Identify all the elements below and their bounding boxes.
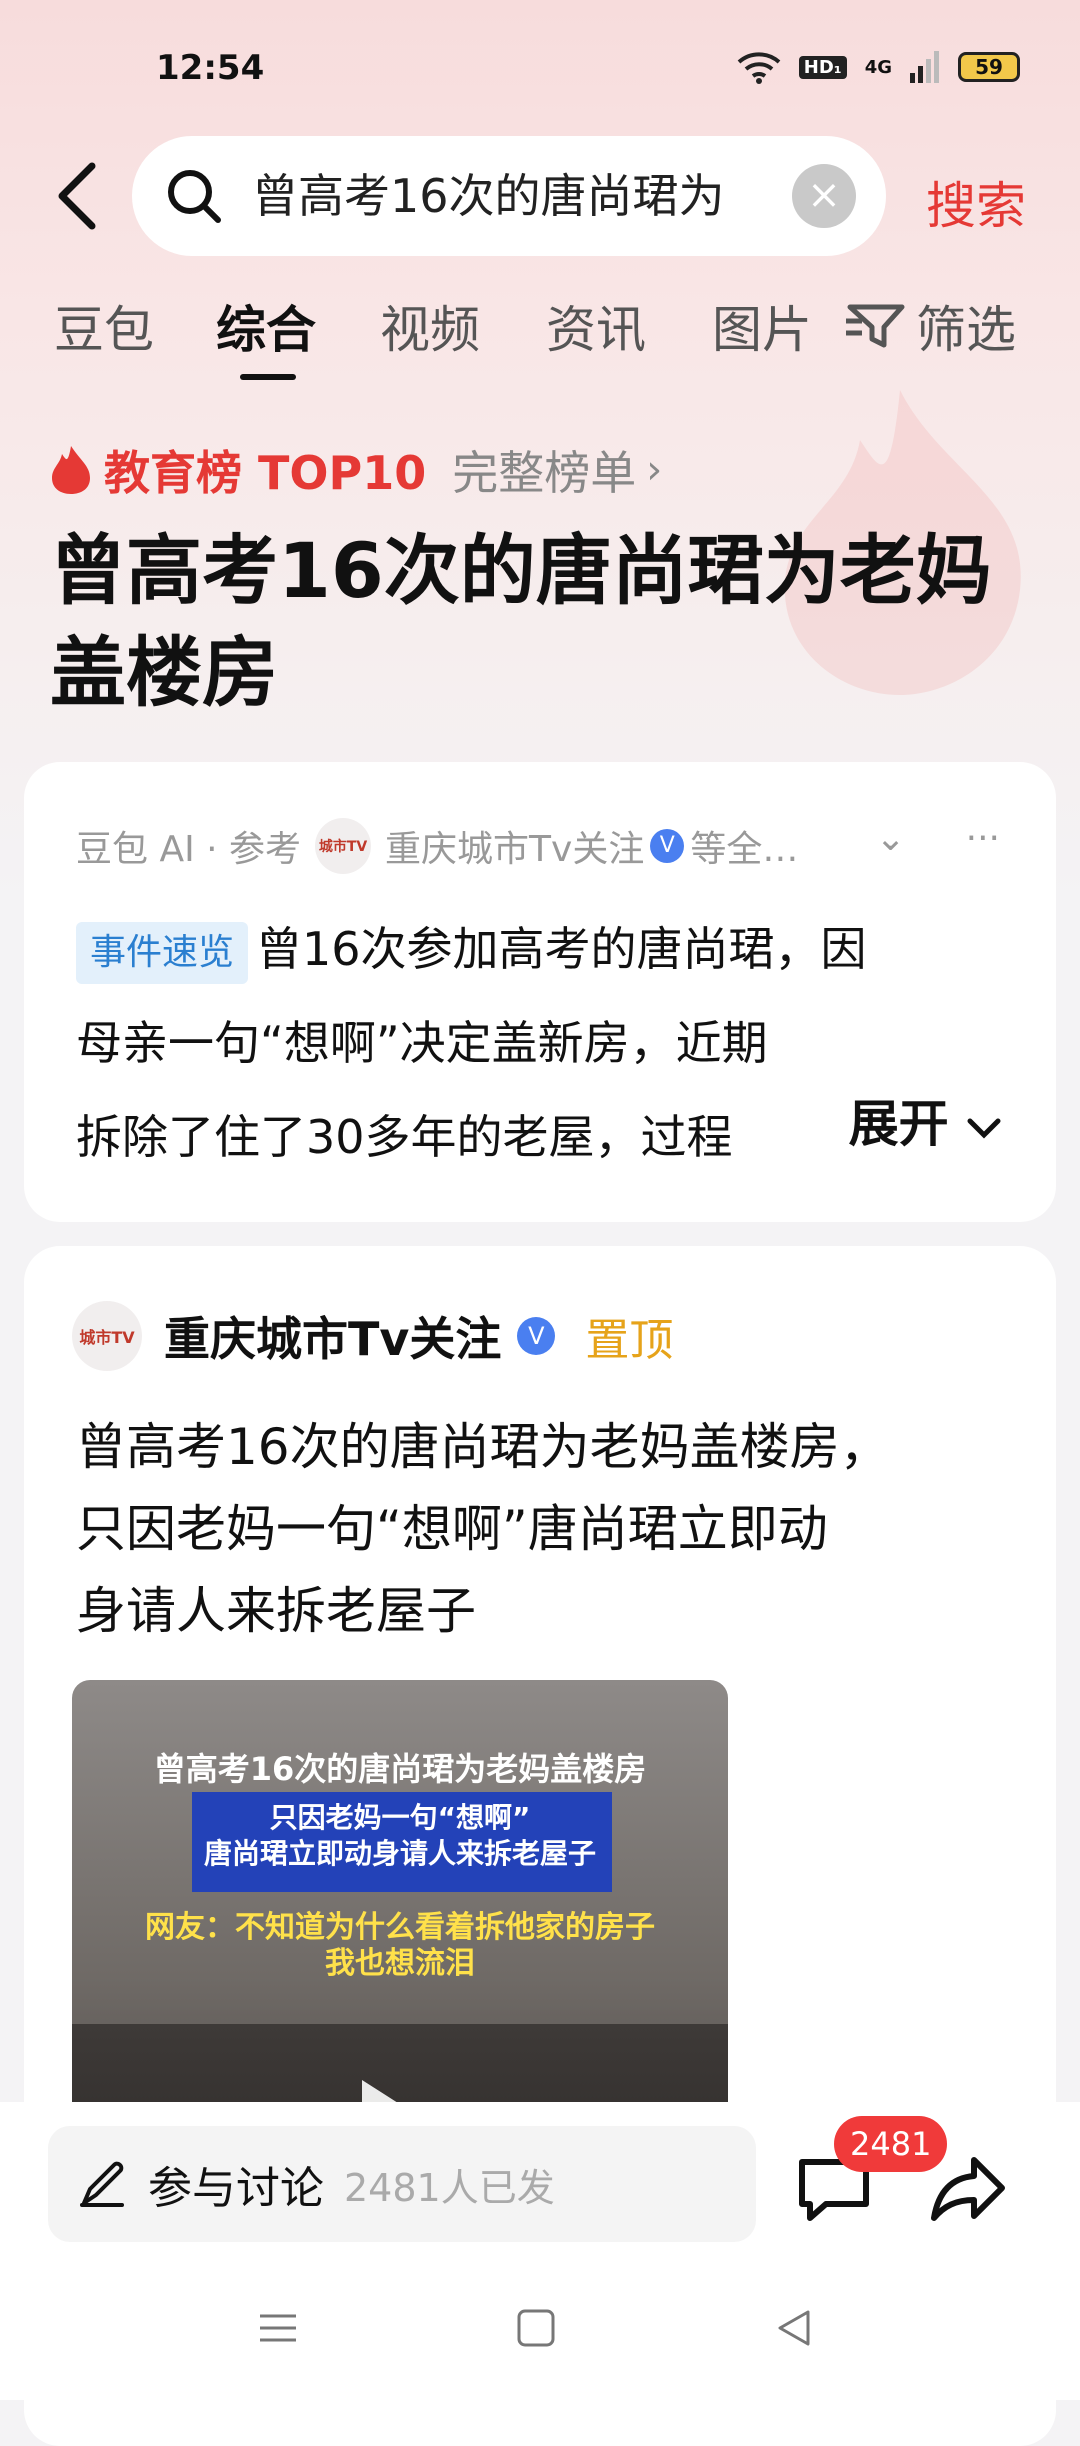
more-icon[interactable]: ···: [966, 818, 1000, 859]
filter-button[interactable]: 筛选: [846, 290, 1016, 362]
hot-rank-row[interactable]: 教育榜 TOP10 完整榜单 ›: [50, 438, 662, 502]
discuss-count: 2481人已发: [344, 2165, 555, 2210]
verified-icon: V: [517, 1317, 556, 1355]
summary-line: 母亲一句“想啊”决定盖新房，近期: [76, 1016, 768, 1070]
chevron-right-icon: ›: [646, 447, 663, 493]
tab-general[interactable]: 综合: [216, 290, 316, 362]
pinned-badge: 置顶: [585, 1315, 674, 1366]
source-logo: 城市TV: [315, 818, 372, 874]
post-text-line: 只因老妈一句“想啊”唐尚珺立即动: [76, 1500, 828, 1558]
full-list-link[interactable]: 完整榜单: [452, 437, 636, 503]
post-text[interactable]: 曾高考16次的唐尚珺为老妈盖楼房， 只因老妈一句“想啊”唐尚珺立即动 身请人来拆…: [76, 1406, 1006, 1652]
battery-icon: 59: [958, 52, 1020, 82]
clear-icon[interactable]: ×: [792, 164, 856, 228]
post-author[interactable]: 重庆城市Tv关注: [164, 1303, 501, 1369]
back-arrow-icon[interactable]: [50, 160, 110, 232]
share-icon[interactable]: [930, 2154, 1006, 2224]
result-tabs: 豆包 综合 视频 资讯 图片 筛选: [0, 290, 1080, 380]
video-caption: 我也想流泪: [325, 1946, 475, 1981]
search-button[interactable]: 搜索: [926, 166, 1026, 238]
expand-button[interactable]: 展开: [788, 1084, 1002, 1156]
video-caption: 曾高考16次的唐尚珺为老妈盖楼房: [153, 1750, 647, 1788]
page-title: 曾高考16次的唐尚珺为老妈盖楼房: [50, 526, 992, 717]
chevron-down-icon[interactable]: ⌄: [875, 818, 905, 859]
home-icon[interactable]: [516, 2308, 556, 2348]
filter-icon: [846, 304, 905, 348]
summary-line: 曾16次参加高考的唐尚珺，因: [256, 922, 867, 976]
post-header: 城市TV 重庆城市Tv关注 V 置顶: [72, 1298, 673, 1374]
status-bar: 12:54 HD₁ 4G 59: [0, 0, 1080, 140]
status-time: 12:54: [156, 48, 265, 88]
pen-icon: [80, 2161, 124, 2207]
battery-level: 59: [975, 55, 1003, 79]
fire-icon: [52, 446, 90, 494]
back-icon[interactable]: [774, 2308, 814, 2348]
search-query[interactable]: 曾高考16次的唐尚珺为: [252, 166, 792, 226]
tab-images[interactable]: 图片: [712, 290, 812, 362]
search-icon: [168, 170, 221, 223]
tab-news[interactable]: 资讯: [546, 290, 646, 362]
network-type: 4G: [864, 56, 892, 78]
status-icons: HD₁ 4G 59: [737, 50, 1020, 84]
post-text-line: 曾高考16次的唐尚珺为老妈盖楼房，: [76, 1418, 890, 1476]
chevron-down-icon: [967, 1118, 1001, 1139]
video-caption: 只因老妈一句“想啊”: [269, 1801, 531, 1834]
discussion-input[interactable]: 参与讨论 2481人已发: [48, 2126, 756, 2242]
active-tab-indicator: [240, 374, 296, 380]
discuss-label: 参与讨论: [148, 2163, 324, 2214]
event-tag: 事件速览: [76, 921, 249, 984]
video-caption: 唐尚珺立即动身请人来拆老屋子: [203, 1837, 596, 1870]
post-text-line: 身请人来拆老屋子: [76, 1582, 476, 1640]
system-nav-bar: [0, 2282, 1080, 2382]
menu-icon[interactable]: [258, 2308, 298, 2348]
search-input[interactable]: 曾高考16次的唐尚珺为 ×: [132, 136, 886, 256]
filter-label: 筛选: [916, 301, 1016, 359]
hd-voice-icon: HD₁: [798, 55, 847, 79]
signal-icon: [910, 51, 939, 83]
ai-source-row[interactable]: 豆包 AI · 参考 城市TV 重庆城市Tv关注 V 等全…: [76, 818, 976, 874]
expand-label: 展开: [848, 1095, 949, 1153]
ai-source-suffix: 等全…: [690, 829, 799, 870]
wifi-icon: [737, 52, 781, 84]
tab-video[interactable]: 视频: [380, 290, 480, 362]
tab-doubao[interactable]: 豆包: [54, 290, 154, 362]
ai-summary-card: 豆包 AI · 参考 城市TV 重庆城市Tv关注 V 等全… ⌄ ··· 事件速…: [24, 762, 1056, 1222]
ai-source-name: 重庆城市Tv关注: [385, 829, 645, 870]
verified-icon: V: [650, 829, 685, 863]
ai-card-actions: ⌄ ···: [875, 818, 1000, 859]
rank-title: 教育榜 TOP10: [104, 446, 427, 500]
ai-source-prefix: 豆包 AI · 参考: [76, 829, 302, 870]
avatar[interactable]: 城市TV: [72, 1301, 142, 1371]
